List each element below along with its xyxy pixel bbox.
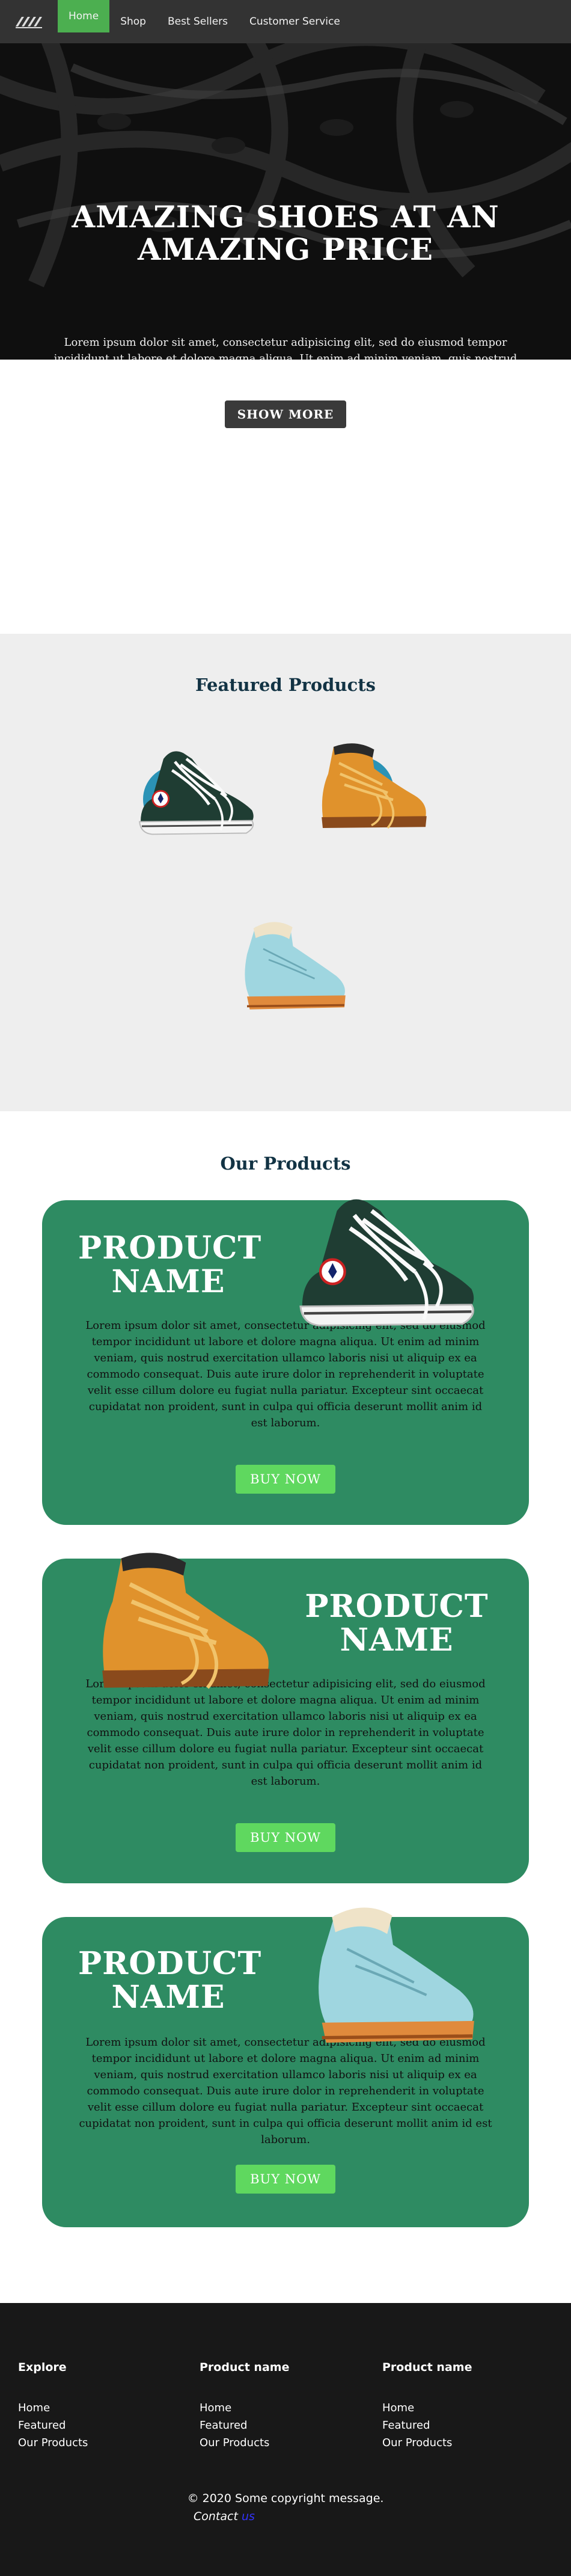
buy-now-button[interactable]: BUY NOW <box>236 1823 335 1852</box>
featured-products-section: Featured Products <box>0 634 571 1111</box>
copyright-text: © 2020 Some copyright message. <box>187 2492 384 2505</box>
brand-logo-icon[interactable] <box>12 0 46 43</box>
hero-banner: AMAZING SHOES AT AN AMAZING PRICE Lorem … <box>0 43 571 360</box>
top-navigation: Home Shop Best Sellers Customer Service <box>0 0 571 43</box>
footer-column-product-name-2: Product name Home Featured Our Products <box>382 2361 539 2452</box>
product-image-work-boot <box>78 1541 276 1697</box>
footer-link-featured[interactable]: Featured <box>18 2417 174 2434</box>
footer-link-our-products[interactable]: Our Products <box>382 2434 539 2452</box>
featured-title: Featured Products <box>195 675 376 695</box>
product-name: PRODUCT NAME <box>305 1588 489 1658</box>
product-image-winter-boot <box>289 1896 481 2052</box>
footer-link-home[interactable]: Home <box>382 2399 539 2417</box>
show-more-section: SHOW MORE <box>0 360 571 634</box>
product-description: Lorem ipsum dolor sit amet, consectetur … <box>85 1319 486 1429</box>
nav-shop[interactable]: Shop <box>109 5 157 38</box>
featured-product-sneaker[interactable] <box>123 724 255 844</box>
footer-link-home[interactable]: Home <box>18 2399 174 2417</box>
product-card: PRODUCT NAME Lorem ipsum dolor sit amet,… <box>42 1917 529 2227</box>
product-image-sneaker <box>282 1176 487 1332</box>
buy-now-button[interactable]: BUY NOW <box>236 2165 335 2194</box>
our-products-title: Our Products <box>220 1153 351 1174</box>
product-card: PRODUCT NAME Lorem ipsum dolor sit amet,… <box>42 1200 529 1525</box>
featured-product-winter-boot[interactable] <box>219 904 352 1025</box>
product-card: PRODUCT NAME Lorem ipsum dolor sit amet,… <box>42 1559 529 1883</box>
footer-heading: Explore <box>18 2361 67 2374</box>
footer-column-explore: Explore Home Featured Our Products <box>18 2361 174 2452</box>
featured-product-work-boot[interactable] <box>301 724 433 844</box>
footer: Explore Home Featured Our Products Produ… <box>0 2303 571 2576</box>
footer-link-featured[interactable]: Featured <box>382 2417 539 2434</box>
contact-label: Contact <box>194 2510 238 2523</box>
hero-title: AMAZING SHOES AT AN AMAZING PRICE <box>72 199 499 267</box>
contact-line: Contact us <box>194 2510 255 2523</box>
footer-link-our-products[interactable]: Our Products <box>18 2434 174 2452</box>
product-name: PRODUCT NAME <box>78 1945 262 2016</box>
footer-link-our-products[interactable]: Our Products <box>200 2434 356 2452</box>
nav-best-sellers[interactable]: Best Sellers <box>157 5 239 38</box>
contact-us-link[interactable]: us <box>242 2510 255 2523</box>
nav-customer-service[interactable]: Customer Service <box>239 5 351 38</box>
our-products-section: Our Products PRODUCT NAME Lorem ipsum do… <box>0 1111 571 2303</box>
product-name: PRODUCT NAME <box>78 1230 262 1300</box>
hero-description: Lorem ipsum dolor sit amet, consectetur … <box>53 336 518 360</box>
footer-column-product-name: Product name Home Featured Our Products <box>200 2361 356 2452</box>
footer-link-featured[interactable]: Featured <box>200 2417 356 2434</box>
buy-now-button[interactable]: BUY NOW <box>236 1465 335 1494</box>
footer-link-home[interactable]: Home <box>200 2399 356 2417</box>
footer-heading: Product name <box>200 2361 290 2374</box>
show-more-button[interactable]: SHOW MORE <box>225 400 346 428</box>
footer-heading: Product name <box>382 2361 472 2374</box>
nav-home[interactable]: Home <box>58 0 110 32</box>
